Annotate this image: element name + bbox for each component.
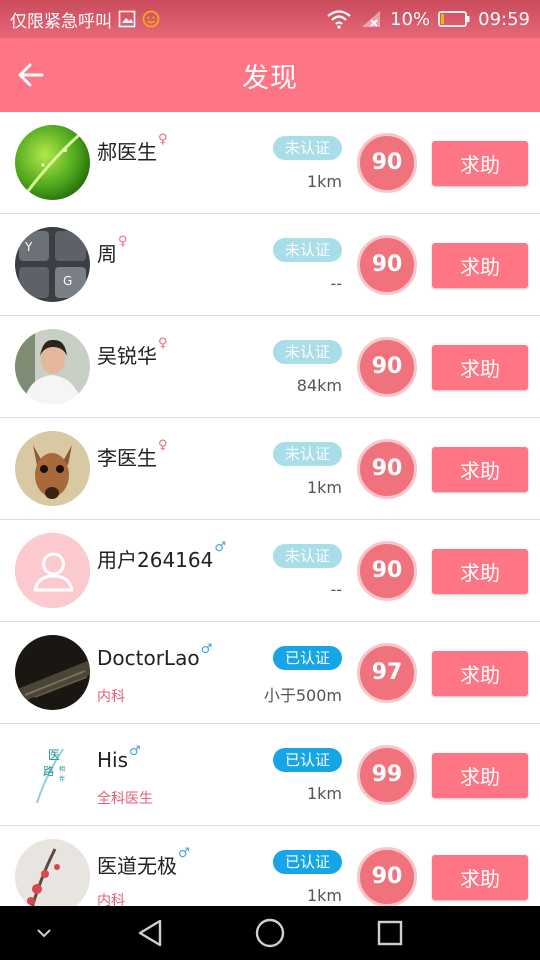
male-icon: ♂ bbox=[178, 846, 190, 861]
recents-nav-button[interactable] bbox=[370, 916, 410, 950]
back-button[interactable] bbox=[12, 56, 50, 94]
help-button[interactable]: 求助 bbox=[432, 651, 528, 696]
avatar[interactable] bbox=[15, 329, 90, 404]
default-user-icon bbox=[16, 534, 89, 607]
doctor-row[interactable]: 郝医生 ♀ 未认证 1km 90 求助 bbox=[0, 112, 540, 214]
status-badge: 未认证 bbox=[273, 442, 342, 466]
avatar[interactable] bbox=[15, 125, 90, 200]
distance: 84km bbox=[296, 376, 342, 395]
avatar[interactable] bbox=[15, 533, 90, 608]
app-logo-image: 医路 相伴 bbox=[15, 737, 90, 812]
system-nav-bar bbox=[0, 906, 540, 960]
doctor-name: 医道无极 bbox=[97, 854, 177, 878]
status-badge: 未认证 bbox=[273, 238, 342, 262]
avatar[interactable] bbox=[15, 635, 90, 710]
distance: 1km bbox=[306, 784, 342, 803]
avatar[interactable]: YG bbox=[15, 227, 90, 302]
back-nav-button[interactable] bbox=[130, 916, 170, 950]
department: 全科医生 bbox=[97, 791, 153, 807]
status-badge: 已认证 bbox=[273, 850, 342, 874]
avatar[interactable] bbox=[15, 839, 90, 906]
status-badge: 已认证 bbox=[273, 748, 342, 772]
app-header: 发现 bbox=[0, 38, 540, 112]
score-circle: 97 bbox=[357, 643, 417, 703]
distance: 1km bbox=[306, 172, 342, 191]
doctor-name: 郝医生 bbox=[97, 140, 157, 164]
score-circle: 90 bbox=[357, 439, 417, 499]
distance: -- bbox=[330, 580, 342, 599]
distance: 1km bbox=[306, 478, 342, 497]
arrow-left-icon bbox=[18, 63, 44, 87]
screenshot-icon bbox=[118, 10, 136, 28]
department: 内科 bbox=[97, 689, 125, 705]
help-button[interactable]: 求助 bbox=[432, 345, 528, 390]
doctor-name: His bbox=[97, 748, 129, 772]
doctor-row[interactable]: YG 周 ♀ 未认证 -- 90 求助 bbox=[0, 214, 540, 316]
status-badge: 未认证 bbox=[273, 340, 342, 364]
status-bar: 仅限紧急呼叫 10% 09:59 bbox=[0, 0, 540, 38]
score-circle: 90 bbox=[357, 337, 417, 397]
distance: 小于500m bbox=[263, 686, 342, 705]
svg-text:伴: 伴 bbox=[59, 775, 65, 783]
svg-text:医: 医 bbox=[48, 748, 60, 762]
help-button[interactable]: 求助 bbox=[432, 243, 528, 288]
clock-time: 09:59 bbox=[478, 8, 530, 30]
doctor-name: 李医生 bbox=[97, 446, 157, 470]
distance: -- bbox=[330, 274, 342, 293]
battery-icon bbox=[438, 10, 470, 28]
status-badge: 未认证 bbox=[273, 544, 342, 568]
help-button[interactable]: 求助 bbox=[432, 141, 528, 186]
chevron-down-icon bbox=[37, 929, 51, 938]
signal-icon bbox=[360, 9, 382, 29]
doctor-row[interactable]: 医道无极 ♂ 内科 已认证 1km 90 求助 bbox=[0, 826, 540, 906]
male-icon: ♂ bbox=[129, 744, 141, 759]
department: 内科 bbox=[97, 893, 125, 906]
battery-percent: 10% bbox=[390, 8, 431, 30]
emoji-app-icon bbox=[142, 10, 160, 28]
doctor-name: 周 bbox=[97, 242, 117, 266]
avatar[interactable] bbox=[15, 431, 90, 506]
doctor-row[interactable]: DoctorLao ♂ 内科 已认证 小于500m 97 求助 bbox=[0, 622, 540, 724]
home-nav-button[interactable] bbox=[250, 916, 290, 950]
doctor-name: 用户264164 bbox=[97, 548, 214, 572]
status-badge: 已认证 bbox=[273, 646, 342, 670]
page-title: 发现 bbox=[242, 62, 298, 94]
svg-text:Y: Y bbox=[24, 240, 33, 254]
help-button[interactable]: 求助 bbox=[432, 447, 528, 492]
score-circle: 90 bbox=[357, 847, 417, 906]
hide-nav-button[interactable] bbox=[24, 916, 64, 950]
svg-text:G: G bbox=[63, 274, 72, 288]
doctor-row[interactable]: 用户264164 ♂ 未认证 -- 90 求助 bbox=[0, 520, 540, 622]
status-badge: 未认证 bbox=[273, 136, 342, 160]
wifi-icon bbox=[326, 9, 352, 29]
help-button[interactable]: 求助 bbox=[432, 855, 528, 900]
distance: 1km bbox=[306, 886, 342, 905]
female-icon: ♀ bbox=[158, 132, 168, 147]
home-circle-icon bbox=[255, 918, 285, 948]
female-icon: ♀ bbox=[158, 336, 168, 351]
doctor-name: 吴锐华 bbox=[97, 344, 157, 368]
doctor-list[interactable]: 郝医生 ♀ 未认证 1km 90 求助 YG 周 ♀ 未认证 -- 90 求助 bbox=[0, 112, 540, 906]
svg-text:相: 相 bbox=[59, 765, 65, 773]
svg-text:路: 路 bbox=[43, 765, 54, 778]
female-icon: ♀ bbox=[158, 438, 168, 453]
doctor-row[interactable]: 吴锐华 ♀ 未认证 84km 90 求助 bbox=[0, 316, 540, 418]
score-circle: 90 bbox=[357, 133, 417, 193]
score-circle: 99 bbox=[357, 745, 417, 805]
score-circle: 90 bbox=[357, 235, 417, 295]
doctor-name: DoctorLao bbox=[97, 646, 200, 670]
score-circle: 90 bbox=[357, 541, 417, 601]
doctor-row[interactable]: 李医生 ♀ 未认证 1km 90 求助 bbox=[0, 418, 540, 520]
avatar[interactable]: 医路相伴 bbox=[15, 737, 90, 812]
back-triangle-icon bbox=[138, 919, 162, 947]
male-icon: ♂ bbox=[214, 540, 227, 555]
help-button[interactable]: 求助 bbox=[432, 753, 528, 798]
female-icon: ♀ bbox=[118, 234, 128, 249]
help-button[interactable]: 求助 bbox=[432, 549, 528, 594]
male-icon: ♂ bbox=[200, 642, 213, 657]
carrier-text: 仅限紧急呼叫 bbox=[10, 11, 112, 32]
screen: 仅限紧急呼叫 10% 09:59 发现 郝医生 ♀ 未认证 1km 90 求助 … bbox=[0, 0, 540, 960]
recents-square-icon bbox=[377, 920, 403, 946]
doctor-row[interactable]: 医路相伴 His ♂ 全科医生 已认证 1km 99 求助 bbox=[0, 724, 540, 826]
